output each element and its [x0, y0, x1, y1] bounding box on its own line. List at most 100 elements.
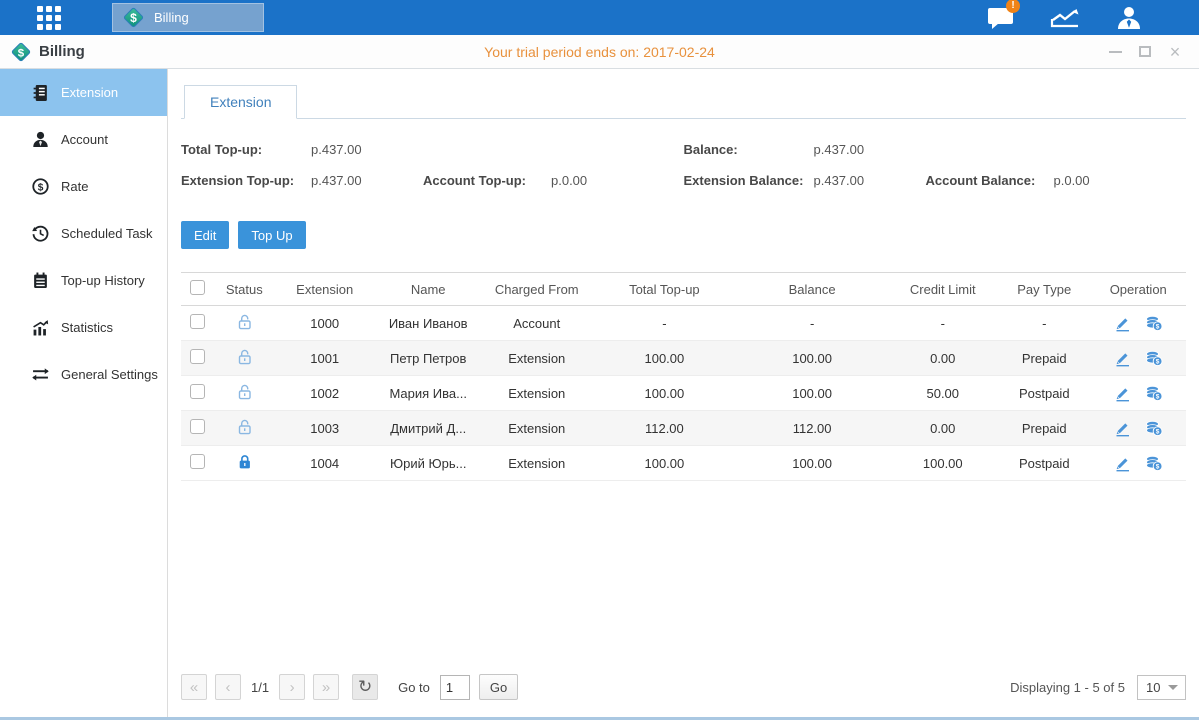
top-app-bar: Billing !: [0, 0, 1199, 35]
row-checkbox[interactable]: [190, 454, 205, 469]
sidebar-item-statistics[interactable]: Statistics: [0, 304, 167, 351]
page-size-value: 10: [1146, 680, 1160, 695]
header-charged-from: Charged From: [481, 273, 592, 306]
top-up-button[interactable]: Top Up: [238, 221, 305, 249]
account-balance-value: p.0.00: [1054, 173, 1090, 188]
billing-diamond-icon: [122, 6, 145, 29]
sidebar-item-label: Rate: [61, 179, 88, 194]
sidebar-item-label: Extension: [61, 85, 118, 100]
row-checkbox[interactable]: [190, 314, 205, 329]
app-tab-label: Billing: [154, 10, 189, 25]
cell-name: Юрий Юрь...: [375, 446, 482, 481]
messages-icon[interactable]: !: [984, 5, 1018, 31]
sidebar-item-scheduled-task[interactable]: Scheduled Task: [0, 210, 167, 257]
sidebar-item-extension[interactable]: Extension: [0, 69, 167, 116]
notification-badge: !: [1006, 0, 1020, 13]
table-header-row: Status Extension Name Charged From Total…: [181, 273, 1186, 306]
sidebar-item-rate[interactable]: $ Rate: [0, 163, 167, 210]
first-page-button[interactable]: «: [181, 674, 207, 700]
table-row: 1004 Юрий Юрь... Extension 100.00 100.00…: [181, 446, 1186, 481]
sliders-icon: [31, 366, 50, 383]
account-topup-label: Account Top-up:: [423, 173, 551, 188]
window-title: Billing: [39, 43, 85, 60]
bar-chart-icon: [31, 319, 50, 336]
app-launcher-icon[interactable]: [37, 6, 63, 30]
cell-total-topup: 100.00: [592, 376, 737, 411]
user-account-icon[interactable]: [1112, 5, 1146, 31]
select-all-checkbox[interactable]: [190, 280, 205, 295]
row-checkbox[interactable]: [190, 419, 205, 434]
cell-credit-limit: -: [887, 306, 998, 341]
cell-name: Дмитрий Д...: [375, 411, 482, 446]
cell-name: Петр Петров: [375, 341, 482, 376]
dollar-circle-icon: $: [31, 178, 50, 195]
cell-pay-type: Postpaid: [998, 446, 1090, 481]
sidebar-item-account[interactable]: Account: [0, 116, 167, 163]
close-button[interactable]: ×: [1165, 42, 1185, 62]
unlocked-status-icon: [236, 418, 253, 435]
next-page-button[interactable]: ›: [279, 674, 305, 700]
edit-button[interactable]: Edit: [181, 221, 229, 249]
sidebar-item-topup-history[interactable]: Top-up History: [0, 257, 167, 304]
refresh-icon[interactable]: ↻: [352, 674, 378, 700]
cell-credit-limit: 0.00: [887, 341, 998, 376]
edit-row-icon[interactable]: [1114, 455, 1131, 472]
edit-row-icon[interactable]: [1114, 385, 1131, 402]
go-button[interactable]: Go: [479, 674, 518, 700]
header-pay-type: Pay Type: [998, 273, 1090, 306]
cell-credit-limit: 50.00: [887, 376, 998, 411]
unlocked-status-icon: [236, 313, 253, 330]
cell-balance: 100.00: [737, 341, 888, 376]
cell-total-topup: 100.00: [592, 341, 737, 376]
top-up-row-icon[interactable]: [1145, 420, 1163, 436]
top-up-row-icon[interactable]: [1145, 385, 1163, 401]
tab-strip: Extension: [181, 85, 1186, 119]
cell-name: Иван Иванов: [375, 306, 482, 341]
extension-topup-value: p.437.00: [311, 173, 423, 188]
header-extension: Extension: [274, 273, 375, 306]
top-up-row-icon[interactable]: [1145, 350, 1163, 366]
sidebar-item-label: Scheduled Task: [61, 226, 153, 241]
table-row: 1001 Петр Петров Extension 100.00 100.00…: [181, 341, 1186, 376]
maximize-button[interactable]: [1135, 42, 1155, 62]
edit-row-icon[interactable]: [1114, 420, 1131, 437]
cell-pay-type: Postpaid: [998, 376, 1090, 411]
cell-extension: 1000: [274, 306, 375, 341]
header-total-topup: Total Top-up: [592, 273, 737, 306]
previous-page-button[interactable]: ‹: [215, 674, 241, 700]
cell-balance: -: [737, 306, 888, 341]
row-checkbox[interactable]: [190, 384, 205, 399]
sidebar-item-general-settings[interactable]: General Settings: [0, 351, 167, 398]
statistics-chart-icon[interactable]: [1048, 5, 1082, 31]
top-up-row-icon[interactable]: [1145, 315, 1163, 331]
cell-credit-limit: 100.00: [887, 446, 998, 481]
cell-pay-type: Prepaid: [998, 411, 1090, 446]
extension-balance-value: p.437.00: [814, 173, 926, 188]
edit-row-icon[interactable]: [1114, 350, 1131, 367]
goto-page-input[interactable]: [440, 675, 470, 700]
app-tab-billing[interactable]: Billing: [112, 3, 264, 32]
edit-row-icon[interactable]: [1114, 315, 1131, 332]
cell-charged-from: Extension: [481, 411, 592, 446]
cell-total-topup: 112.00: [592, 411, 737, 446]
ledger-icon: [31, 272, 50, 289]
trial-notice: Your trial period ends on: 2017-02-24: [0, 44, 1199, 60]
top-up-row-icon[interactable]: [1145, 455, 1163, 471]
cell-total-topup: -: [592, 306, 737, 341]
cell-charged-from: Extension: [481, 341, 592, 376]
cell-balance: 100.00: [737, 376, 888, 411]
cell-charged-from: Account: [481, 306, 592, 341]
cell-extension: 1003: [274, 411, 375, 446]
row-checkbox[interactable]: [190, 349, 205, 364]
tab-extension[interactable]: Extension: [184, 85, 297, 119]
window-title-bar: Your trial period ends on: 2017-02-24 Bi…: [0, 35, 1199, 69]
last-page-button[interactable]: »: [313, 674, 339, 700]
account-balance-label: Account Balance:: [926, 173, 1054, 188]
sidebar-item-label: Top-up History: [61, 273, 145, 288]
minimize-button[interactable]: [1105, 42, 1125, 62]
cell-charged-from: Extension: [481, 446, 592, 481]
page-size-select[interactable]: 10: [1137, 675, 1186, 700]
extension-topup-label: Extension Top-up:: [181, 173, 311, 188]
header-status: Status: [214, 273, 274, 306]
unlocked-status-icon: [236, 383, 253, 400]
